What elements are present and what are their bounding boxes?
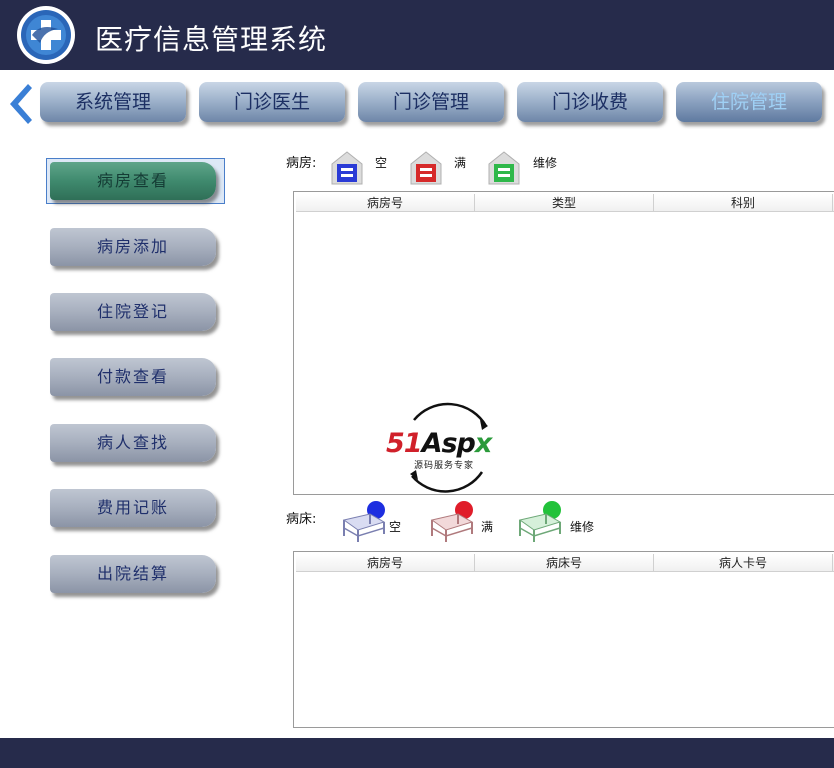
bed-col-room-number[interactable]: 病房号 xyxy=(296,554,475,572)
sidebar-item-payment-view[interactable]: 付款查看 xyxy=(50,358,216,396)
sidebar-item-admission-register[interactable]: 住院登记 xyxy=(50,293,216,331)
watermark-logo: 51Aspx 源码服务专家 xyxy=(384,400,514,496)
tab-system-management[interactable]: 系统管理 xyxy=(40,82,186,122)
bed-legend-empty-label: 空 xyxy=(389,520,402,534)
sidebar: 病房查看 病房添加 住院登记 付款查看 病人查找 费用记账 出院结算 xyxy=(46,158,226,598)
ward-table-header: 病房号 类型 科别 xyxy=(296,194,834,212)
ward-full-house-icon xyxy=(410,151,442,185)
ward-table: 病房号 类型 科别 xyxy=(293,191,834,495)
sidebar-item-discharge-settlement[interactable]: 出院结算 xyxy=(50,555,216,593)
sidebar-item-ward-view[interactable]: 病房查看 xyxy=(50,162,216,200)
bed-empty-icon xyxy=(342,501,386,542)
watermark-brand: 51Aspx xyxy=(386,428,492,459)
app-header: 医疗信息管理系统 xyxy=(0,0,834,70)
top-nav: 系统管理 门诊医生 门诊管理 门诊收费 住院管理 xyxy=(0,76,834,132)
ward-legend-label: 病房: xyxy=(286,156,317,171)
ward-legend: 病房: 空 满 维修 xyxy=(286,150,586,190)
ward-repair-house-icon xyxy=(488,151,520,185)
bed-legend-full-label: 满 xyxy=(481,520,494,534)
sidebar-item-ward-add[interactable]: 病房添加 xyxy=(50,228,216,266)
bed-full-icon xyxy=(430,501,474,542)
bed-legend-repair-label: 维修 xyxy=(570,520,595,534)
app-title: 医疗信息管理系统 xyxy=(95,23,328,56)
medical-cross-logo-icon xyxy=(17,6,75,64)
tab-outpatient-doctor[interactable]: 门诊医生 xyxy=(199,82,345,122)
chevron-left-icon[interactable] xyxy=(4,82,34,126)
bed-table: 病房号 病床号 病人卡号 xyxy=(293,551,834,728)
ward-col-room-number[interactable]: 病房号 xyxy=(296,194,475,212)
ward-col-department[interactable]: 科别 xyxy=(654,194,833,212)
ward-empty-house-icon xyxy=(331,151,363,185)
watermark-tagline: 源码服务专家 xyxy=(414,461,475,471)
tab-outpatient-management[interactable]: 门诊管理 xyxy=(358,82,504,122)
ward-col-type[interactable]: 类型 xyxy=(475,194,654,212)
app-footer xyxy=(0,738,834,768)
sidebar-item-patient-search[interactable]: 病人查找 xyxy=(50,424,216,462)
ward-legend-full-label: 满 xyxy=(454,156,467,170)
bed-col-patient-card[interactable]: 病人卡号 xyxy=(654,554,833,572)
bed-col-bed-number[interactable]: 病床号 xyxy=(475,554,654,572)
bed-legend-label: 病床: xyxy=(286,512,317,527)
ward-legend-repair-label: 维修 xyxy=(533,156,558,170)
ward-legend-empty-label: 空 xyxy=(375,156,388,170)
bed-table-header: 病房号 病床号 病人卡号 xyxy=(296,554,834,572)
sidebar-item-fee-accounting[interactable]: 费用记账 xyxy=(50,489,216,527)
bed-legend: 病床: 空 满 维修 xyxy=(286,500,626,542)
tab-outpatient-billing[interactable]: 门诊收费 xyxy=(517,82,663,122)
bed-repair-icon xyxy=(518,501,562,542)
tab-inpatient-management[interactable]: 住院管理 xyxy=(676,82,822,122)
